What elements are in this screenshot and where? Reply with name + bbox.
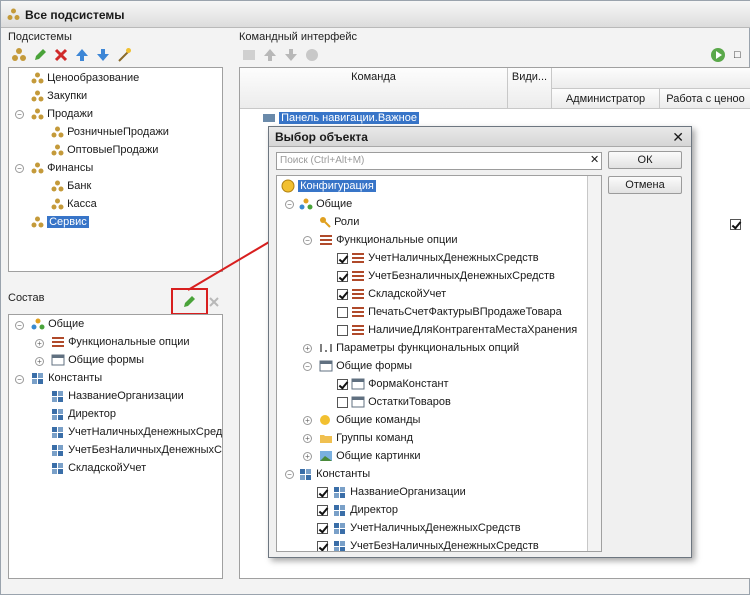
tree-item-label: ФормаКонстант <box>368 378 449 390</box>
tree-item-label: УчетБезналичныхДенежныхСредств <box>368 270 555 282</box>
option-checkbox[interactable] <box>337 289 348 300</box>
form-checkbox[interactable] <box>337 379 348 390</box>
expand-toggle[interactable]: + <box>303 344 312 353</box>
tree-item[interactable]: Параметры функциональных опций <box>319 340 519 357</box>
tree-item-label: Общие команды <box>336 414 421 426</box>
tree-item[interactable]: Общие формы <box>319 358 412 375</box>
ok-label: ОК <box>637 154 653 166</box>
form-checkbox[interactable] <box>337 397 348 408</box>
ok-button[interactable]: ОК <box>608 151 682 169</box>
collapse-toggle[interactable]: − <box>303 362 312 371</box>
collapse-toggle[interactable]: − <box>285 200 294 209</box>
cancel-button[interactable]: Отмена <box>608 176 682 194</box>
constants-icon <box>300 469 311 481</box>
tree-item[interactable]: Группы команд <box>319 430 413 447</box>
form-icon <box>351 396 365 408</box>
constant-icon <box>334 541 345 551</box>
functional-option-icon <box>352 289 364 300</box>
tree-item[interactable]: Директор <box>333 502 398 519</box>
form-icon <box>319 360 333 372</box>
constant-checkbox[interactable] <box>317 523 328 534</box>
form-icon <box>351 378 365 390</box>
tree-item-label: Параметры функциональных опций <box>336 342 520 354</box>
key-icon <box>320 217 331 228</box>
tree-item[interactable]: Общие команды <box>319 412 420 429</box>
clear-search-icon[interactable]: ✕ <box>590 153 599 166</box>
tree-item-label: Группы команд <box>336 432 413 444</box>
option-checkbox[interactable] <box>337 253 348 264</box>
constant-icon <box>334 505 345 517</box>
option-checkbox[interactable] <box>337 271 348 282</box>
folder-icon <box>320 435 332 444</box>
picture-icon <box>320 451 332 462</box>
tree-item[interactable]: Общие картинки <box>319 448 421 465</box>
tree-item-label: ОстаткиТоваров <box>368 396 451 408</box>
tree-item[interactable]: ПечатьСчетФактурыВПродажеТовара <box>351 304 562 321</box>
common-icon <box>299 198 313 210</box>
constant-icon <box>334 523 345 535</box>
expand-toggle[interactable]: + <box>303 452 312 461</box>
expand-toggle[interactable]: + <box>303 416 312 425</box>
tree-item-label: УчетБезНаличныхДенежныхСредств <box>350 540 539 552</box>
tree-item-label: ПечатьСчетФактурыВПродажеТовара <box>368 306 562 318</box>
tree-item[interactable]: УчетНаличныхДенежныхСредств <box>333 520 521 537</box>
tree-item[interactable]: СкладскойУчет <box>351 286 446 303</box>
collapse-toggle[interactable]: − <box>285 470 294 479</box>
tree-item[interactable]: НаличиеДляКонтрагентаМестаХранения <box>351 322 577 339</box>
tree-item-label: Общие <box>316 198 353 210</box>
tree-item[interactable]: Константы <box>299 466 370 483</box>
search-input[interactable]: Поиск (Ctrl+Alt+M) <box>276 152 602 170</box>
commands-icon <box>320 415 330 426</box>
tree-item-label: Общие картинки <box>336 450 421 462</box>
tree-item-label: СкладскойУчет <box>368 288 447 300</box>
tree-item-label: Роли <box>334 216 360 228</box>
tree-item[interactable]: УчетБезНаличныхДенежныхСредств <box>333 538 539 552</box>
functional-option-icon <box>352 271 364 282</box>
tree-item-label: Константы <box>316 468 371 480</box>
tree-item-label: УчетНаличныхДенежныхСредств <box>368 252 539 264</box>
dialog-title-text: Выбор объекта <box>275 130 368 144</box>
tree-item-label: УчетНаличныхДенежныхСредств <box>350 522 521 534</box>
constant-checkbox[interactable] <box>317 541 328 551</box>
tree-item[interactable]: ФормаКонстант <box>351 376 449 393</box>
tree-item-label: НаличиеДляКонтрагентаМестаХранения <box>368 324 578 336</box>
option-checkbox[interactable] <box>337 325 348 336</box>
tree-item[interactable]: УчетНаличныхДенежныхСредств <box>351 250 539 267</box>
parameters-icon <box>320 344 332 353</box>
tree-item[interactable]: Общие <box>299 196 352 213</box>
tree-item-label: Конфигурация <box>298 180 376 192</box>
tree-item-label: Общие формы <box>336 360 413 372</box>
functional-option-icon <box>352 325 364 336</box>
constant-icon <box>334 487 345 499</box>
constant-checkbox[interactable] <box>317 487 328 498</box>
functional-option-icon <box>352 307 364 318</box>
object-tree: Конфигурация − Общие Роли − Функциональн… <box>276 175 602 552</box>
tree-item-label: Директор <box>350 504 398 516</box>
close-icon[interactable]: ✕ <box>672 129 684 146</box>
functional-options-icon <box>320 235 332 246</box>
dialog-title: Выбор объекта <box>269 127 691 147</box>
expand-toggle[interactable]: + <box>303 434 312 443</box>
tree-item[interactable]: ОстаткиТоваров <box>351 394 451 411</box>
tree-item-label: НазваниеОрганизации <box>350 486 466 498</box>
scrollbar[interactable] <box>587 176 601 551</box>
tree-item[interactable]: НазваниеОрганизации <box>333 484 466 501</box>
constant-checkbox[interactable] <box>317 505 328 516</box>
search-placeholder: Поиск (Ctrl+Alt+M) <box>280 155 365 166</box>
tree-item-label: Функциональные опции <box>336 234 458 246</box>
tree-item[interactable]: Роли <box>319 214 359 231</box>
option-checkbox[interactable] <box>337 307 348 318</box>
tree-item[interactable]: Функциональные опции <box>319 232 458 249</box>
configuration-icon <box>281 179 295 193</box>
cancel-label: Отмена <box>625 179 665 191</box>
tree-item-selected[interactable]: Конфигурация <box>281 178 376 195</box>
functional-option-icon <box>352 253 364 264</box>
tree-item[interactable]: УчетБезналичныхДенежныхСредств <box>351 268 555 285</box>
collapse-toggle[interactable]: − <box>303 236 312 245</box>
